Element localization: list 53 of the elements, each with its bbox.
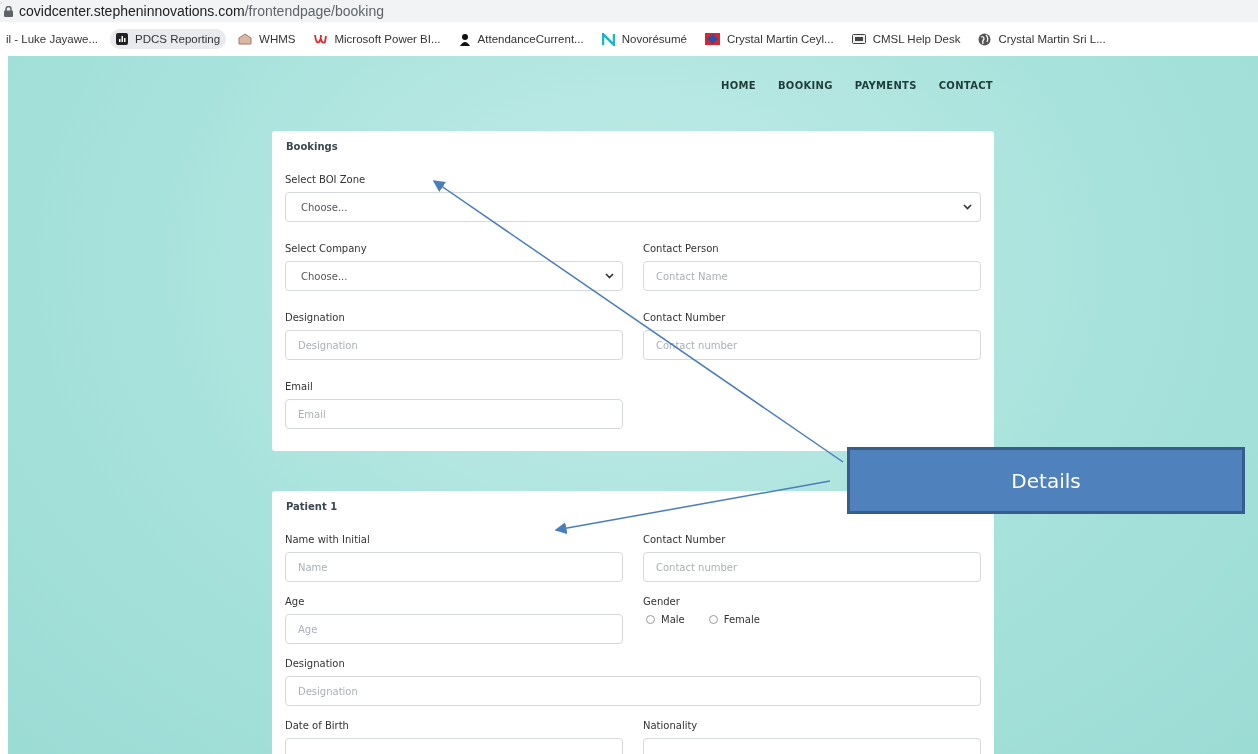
bookmark-link[interactable]: Crystal Martin Sri L... <box>972 28 1112 50</box>
field-label: Email <box>285 381 314 392</box>
lock-icon <box>4 5 13 17</box>
nav-link[interactable]: BOOKING <box>777 80 833 91</box>
input-field[interactable]: Age <box>285 614 623 644</box>
house-icon <box>238 33 253 45</box>
select-dropdown[interactable]: Choose... <box>285 261 623 291</box>
input-field[interactable]: Name <box>285 552 623 582</box>
input-field[interactable]: Designation <box>285 330 623 360</box>
field-label: Contact Number <box>643 534 727 545</box>
field-label: Designation <box>285 658 346 669</box>
bookmark-link[interactable]: CMSL Help Desk <box>845 29 967 49</box>
chevron-down-icon <box>605 273 614 279</box>
nav-link[interactable]: PAYMENTS <box>854 80 917 91</box>
field-label: Name with Initial <box>285 534 371 545</box>
url-path[interactable]: /frontendpage/booking <box>244 3 385 19</box>
nav-link[interactable]: CONTACT <box>938 80 993 91</box>
field-label: Select Company <box>285 243 368 254</box>
letter-icon <box>313 33 328 45</box>
n-logo-icon <box>601 32 615 46</box>
chevron-down-icon <box>963 204 972 210</box>
globe-icon <box>978 32 992 46</box>
bookmark-link[interactable]: WHMS <box>232 29 302 49</box>
radio-option[interactable]: Female <box>708 614 760 625</box>
card-title: Patient 1 <box>286 501 339 512</box>
field-label: Designation <box>285 312 346 323</box>
field-label: Gender <box>643 596 681 607</box>
card-title: Bookings <box>286 141 339 152</box>
callout-box: Details <box>847 447 1245 514</box>
chart-icon <box>116 33 129 45</box>
input-field[interactable]: Designation <box>285 676 981 706</box>
input-field[interactable]: Contact Name <box>643 261 981 291</box>
bookmark-link[interactable]: Novorésumé <box>595 28 693 50</box>
field-label: Contact Person <box>643 243 720 254</box>
bookmark-link[interactable]: PDCS Reporting <box>110 29 227 49</box>
url-host[interactable]: covidcenter.stepheninnovations.com <box>19 3 245 19</box>
bookmark-link[interactable]: il - Luke Jayawe... <box>0 29 105 49</box>
select-dropdown[interactable]: Choose... <box>285 192 981 222</box>
bookmark-link[interactable]: Crystal Martin Ceyl... <box>698 29 840 49</box>
bookmark-link[interactable]: Microsoft Power BI... <box>307 29 447 49</box>
card-icon <box>851 34 866 44</box>
field-label: Select BOI Zone <box>285 174 367 185</box>
field-label: Age <box>285 596 306 607</box>
field-label: Nationality <box>643 720 699 731</box>
person-icon <box>458 32 471 46</box>
bookmark-link[interactable]: AttendanceCurrent... <box>452 28 590 50</box>
input-field[interactable]: Email <box>285 399 623 429</box>
input-field[interactable]: Contact number <box>643 552 981 582</box>
nav-link[interactable]: HOME <box>721 80 756 91</box>
diamond-logo-icon <box>704 33 720 45</box>
field-label: Contact Number <box>643 312 727 323</box>
radio-option[interactable]: Male <box>646 614 685 625</box>
field-label: Date of Birth <box>285 720 350 731</box>
